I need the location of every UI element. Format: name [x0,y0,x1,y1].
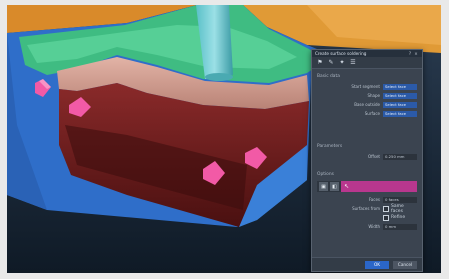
base-outside-field[interactable]: Select face [383,101,417,108]
field-label: Base outside [354,102,380,107]
checkbox-label: Same faces [390,203,404,214]
section-header: Basic data [317,74,340,79]
form-row: Start segment Select face [317,83,417,90]
checkbox-label: Refine [391,215,406,220]
checkbox[interactable] [383,205,389,212]
selection-bar: ▣ ◧ ↖ [317,181,417,192]
dialog-toolbar: ⚑ ✎ ✦ ☰ [312,57,422,69]
field-label: Offset [367,154,380,159]
basic-data-section: Basic data Start segment Select face Sha… [317,74,417,119]
field-label: Width [368,224,380,229]
select-icon[interactable]: ▣ [319,182,328,191]
pin-icon[interactable]: ✎ [327,59,335,67]
cursor-icon: ↖ [344,183,350,190]
screenshot-frame: Create surface soldering ? × ⚑ ✎ ✦ ☰ Bas… [0,0,449,279]
dialog-footer: OK Cancel [312,257,422,271]
checkbox[interactable] [383,214,389,221]
form-row: Offset 0.250 mm [317,153,417,160]
start-segment-field[interactable]: Select face [383,83,417,90]
form-row: Base outside Select face [317,101,417,108]
shape-field[interactable]: Select face [383,92,417,99]
cad-3d-viewport[interactable]: Create surface soldering ? × ⚑ ✎ ✦ ☰ Bas… [7,5,441,273]
flag-icon[interactable]: ⚑ [316,59,324,67]
ok-button[interactable]: OK [365,260,389,269]
field-label: Shape [367,93,380,98]
form-row: Shape Select face [317,92,417,99]
field-label: Surface [364,111,380,116]
field-label: Start segment [351,84,380,89]
offset-field[interactable]: 0.250 mm [383,153,417,160]
form-row: Faces 0 faces [317,196,417,203]
form-row: Width 0 mm [317,223,417,230]
form-row: Surface Select face [317,110,417,117]
surfaces-from-toggle[interactable]: Same faces [383,204,417,214]
parameters-section: Parameters Offset 0.250 mm [317,144,417,162]
create-surface-dialog[interactable]: Create surface soldering ? × ⚑ ✎ ✦ ☰ Bas… [311,49,423,272]
form-row: Surfaces from Same faces [317,204,417,214]
section-header: Options [317,172,334,177]
filter-icon[interactable]: ◧ [330,182,339,191]
cancel-button[interactable]: Cancel [393,260,417,269]
wrench-icon[interactable]: ✦ [338,59,346,67]
form-row: Refine [317,214,417,221]
surface-field[interactable]: Select face [383,110,417,117]
width-field[interactable]: 0 mm [383,223,417,230]
dialog-titlebar[interactable]: Create surface soldering ? × [312,50,422,57]
section-header: Parameters [317,144,343,149]
options-section: Options ▣ ◧ ↖ Faces 0 faces Surfaces fro… [317,172,417,232]
close-button[interactable]: × [413,51,419,56]
active-selection-field[interactable]: ↖ [341,181,417,192]
field-label: Surfaces from [352,206,380,211]
field-label: Faces [368,197,380,202]
refine-toggle[interactable]: Refine [383,214,417,221]
faces-field[interactable]: 0 faces [383,196,417,203]
list-icon[interactable]: ☰ [349,59,357,67]
dialog-title: Create surface soldering [315,51,367,56]
